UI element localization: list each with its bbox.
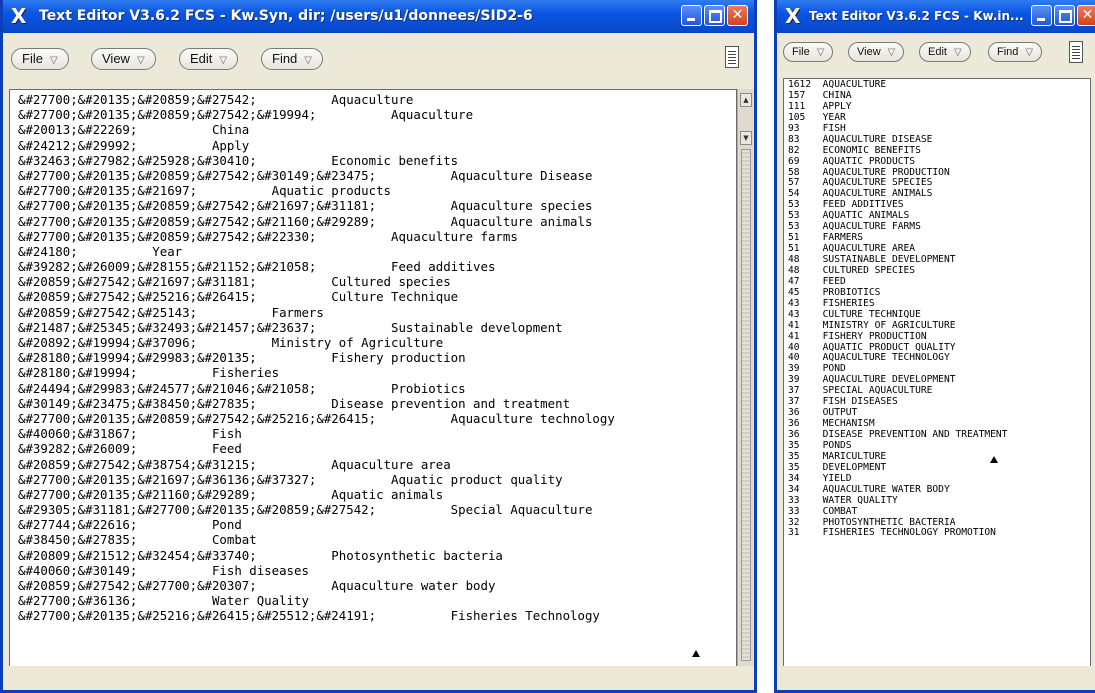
text-line: &#28180;&#19994;&#29983;&#20135; Fishery… xyxy=(18,350,466,366)
text-line: &#20892;&#19994;&#37096; Ministry of Agr… xyxy=(18,335,444,350)
maximize-icon xyxy=(1059,10,1072,23)
text-line: &#27700;&#20135;&#21697; Aquatic product… xyxy=(18,183,391,199)
text-line: &#20809;&#21512;&#32454;&#33740; Photosy… xyxy=(18,547,503,563)
file-menu-button[interactable]: File ▽ xyxy=(783,42,834,62)
text-line: &#30149;&#23475;&#38450;&#27835; Disease… xyxy=(18,395,571,411)
text-line: &#27700;&#20135;&#20859;&#27542;&#19994;… xyxy=(18,107,474,123)
text-line: &#40060;&#31867; Fish xyxy=(18,426,242,442)
chevron-down-icon: ▽ xyxy=(219,55,228,66)
view-menu-button[interactable]: View ▽ xyxy=(848,42,905,62)
title-bar[interactable]: X Text Editor V3.6.2 FCS - Kw.in... ✕ xyxy=(777,0,1095,33)
scroll-up-arrow-icon[interactable]: ▲ xyxy=(740,93,752,107)
text-line: &#40060;&#30149; Fish diseases xyxy=(18,562,309,578)
scroll-thumb[interactable] xyxy=(741,149,751,661)
text-area[interactable]: 1612 AQUACULTURE 157 CHINA 111 APPLY 105 YE… xyxy=(783,78,1091,669)
text-line: 34 AQUACULTURE WATER BODY xyxy=(788,483,950,495)
status-bar xyxy=(3,666,754,690)
text-line: &#27700;&#20135;&#21697;&#36136;&#37327;… xyxy=(18,471,563,487)
text-line: 33 WATER QUALITY xyxy=(788,494,898,506)
text-line: &#24494;&#29983;&#24577;&#21046;&#21058;… xyxy=(18,380,466,396)
window-title: Text Editor V3.6.2 FCS - Kw.in... xyxy=(809,9,1024,23)
text-line: &#27700;&#20135;&#20859;&#27542;&#25216;… xyxy=(18,410,615,426)
title-bar[interactable]: X Text Editor V3.6.2 FCS - Kw.Syn, dir; … xyxy=(3,0,754,33)
text-line: 33 COMBAT xyxy=(788,505,858,517)
close-icon: ✕ xyxy=(731,7,744,23)
close-button[interactable]: ✕ xyxy=(1077,5,1095,26)
menu-bar: File ▽ View ▽ Edit ▽ Find ▽ xyxy=(3,33,754,81)
notes-icon[interactable] xyxy=(725,46,739,68)
maximize-button[interactable] xyxy=(704,5,725,26)
maximize-button[interactable] xyxy=(1054,5,1075,26)
text-line: &#20013;&#22269; China xyxy=(18,122,250,138)
maximize-icon xyxy=(709,10,722,23)
status-bar xyxy=(777,666,1095,690)
text-line: &#27744;&#22616; Pond xyxy=(18,517,242,533)
chevron-down-icon: ▽ xyxy=(887,47,896,58)
x-window-icon: X xyxy=(11,4,27,28)
text-line: &#20859;&#27542;&#21697;&#31181; Culture… xyxy=(18,274,451,290)
text-line: &#32463;&#27982;&#25928;&#30410; Economi… xyxy=(18,152,459,168)
edit-menu-button[interactable]: Edit ▽ xyxy=(919,42,971,62)
edit-menu-button[interactable]: Edit ▽ xyxy=(179,48,239,70)
text-line: &#28180;&#19994; Fisheries xyxy=(18,365,280,381)
text-line: &#27700;&#20135;&#20859;&#27542;&#30149;… xyxy=(18,167,593,183)
text-cursor xyxy=(692,650,700,657)
text-line: &#20859;&#27542;&#25216;&#26415; Culture… xyxy=(18,289,459,305)
text-line: &#27700;&#36136; Water Quality xyxy=(18,593,309,609)
text-line: 31 FISHERIES TECHNOLOGY PROMOTION xyxy=(788,527,996,539)
find-menu-button[interactable]: Find ▽ xyxy=(988,42,1043,62)
text-line: &#27700;&#20135;&#20859;&#27542; Aquacul… xyxy=(18,92,414,107)
close-button[interactable]: ✕ xyxy=(727,5,748,26)
text-line: &#29305;&#31181;&#27700;&#20135;&#20859;… xyxy=(18,502,593,518)
window-title: Text Editor V3.6.2 FCS - Kw.Syn, dir; /u… xyxy=(39,8,533,24)
chevron-down-icon: ▽ xyxy=(816,47,825,58)
text-line: &#20859;&#27542;&#27700;&#20307; Aquacul… xyxy=(18,578,496,593)
text-line: 82 ECONOMIC BENEFITS xyxy=(788,144,921,156)
chevron-down-icon: ▽ xyxy=(136,55,145,66)
chevron-down-icon: ▽ xyxy=(304,55,312,66)
text-line: 43 CULTURE TECHNIQUE xyxy=(788,308,921,320)
x-window-icon: X xyxy=(785,4,801,28)
file-menu-button[interactable]: File ▽ xyxy=(11,48,69,70)
text-line: &#39282;&#26009;&#28155;&#21152;&#21058;… xyxy=(18,259,496,275)
text-line: &#24212;&#29992; Apply xyxy=(18,137,250,153)
minimize-button[interactable] xyxy=(681,5,702,26)
text-line: &#27700;&#20135;&#21160;&#29289; Aquatic… xyxy=(18,486,444,502)
close-icon: ✕ xyxy=(1081,7,1094,23)
chevron-down-icon: ▽ xyxy=(49,55,58,66)
text-lines: &#27700;&#20135;&#20859;&#27542; Aquacul… xyxy=(18,92,615,624)
scroll-down-arrow-icon[interactable]: ▼ xyxy=(740,131,752,145)
text-editor-window-left: X Text Editor V3.6.2 FCS - Kw.Syn, dir; … xyxy=(0,0,757,693)
menu-bar: File ▽ View ▽ Edit ▽ Find ▽ xyxy=(777,33,1095,73)
text-line: &#27700;&#20135;&#20859;&#27542;&#22330;… xyxy=(18,228,518,244)
chevron-down-icon: ▽ xyxy=(953,47,962,58)
text-area[interactable]: &#27700;&#20135;&#20859;&#27542; Aquacul… xyxy=(9,89,737,669)
minimize-button[interactable] xyxy=(1031,5,1052,26)
text-line: &#20859;&#27542;&#25143; Farmers xyxy=(18,304,324,320)
notes-icon[interactable] xyxy=(1069,41,1083,63)
text-line: &#24180; Year xyxy=(18,243,183,259)
text-line: &#27700;&#20135;&#20859;&#27542;&#21160;… xyxy=(18,213,593,229)
text-line: 83 AQUACULTURE DISEASE xyxy=(788,133,933,145)
text-line: &#27700;&#20135;&#25216;&#26415;&#25512;… xyxy=(18,608,600,624)
text-line: &#39282;&#26009; Feed xyxy=(18,441,242,457)
text-line: &#20859;&#27542;&#38754;&#31215; Aquacul… xyxy=(18,456,451,472)
text-line: &#27700;&#20135;&#20859;&#27542;&#21697;… xyxy=(18,198,593,214)
text-line: 69 AQUATIC PRODUCTS xyxy=(788,155,916,167)
minimize-icon xyxy=(1037,18,1045,21)
minimize-icon xyxy=(687,18,695,21)
text-cursor xyxy=(990,456,998,463)
text-line: &#38450;&#27835; Combat xyxy=(18,532,257,548)
text-editor-window-right: X Text Editor V3.6.2 FCS - Kw.in... ✕ Fi… xyxy=(774,0,1095,693)
find-menu-button[interactable]: Find ▽ xyxy=(261,48,323,70)
chevron-down-icon: ▽ xyxy=(1025,47,1034,58)
view-menu-button[interactable]: View ▽ xyxy=(91,48,156,70)
text-lines: 1612 AQUACULTURE 157 CHINA 111 APPLY 105 YE… xyxy=(788,79,1008,539)
text-line: 41 FISHERY PRODUCTION xyxy=(788,330,927,342)
text-line: &#21487;&#25345;&#32493;&#21457;&#23637;… xyxy=(18,319,563,335)
vertical-scrollbar[interactable]: ▲ ▼ xyxy=(737,89,754,669)
text-line: 41 MINISTRY OF AGRICULTURE xyxy=(788,319,956,331)
